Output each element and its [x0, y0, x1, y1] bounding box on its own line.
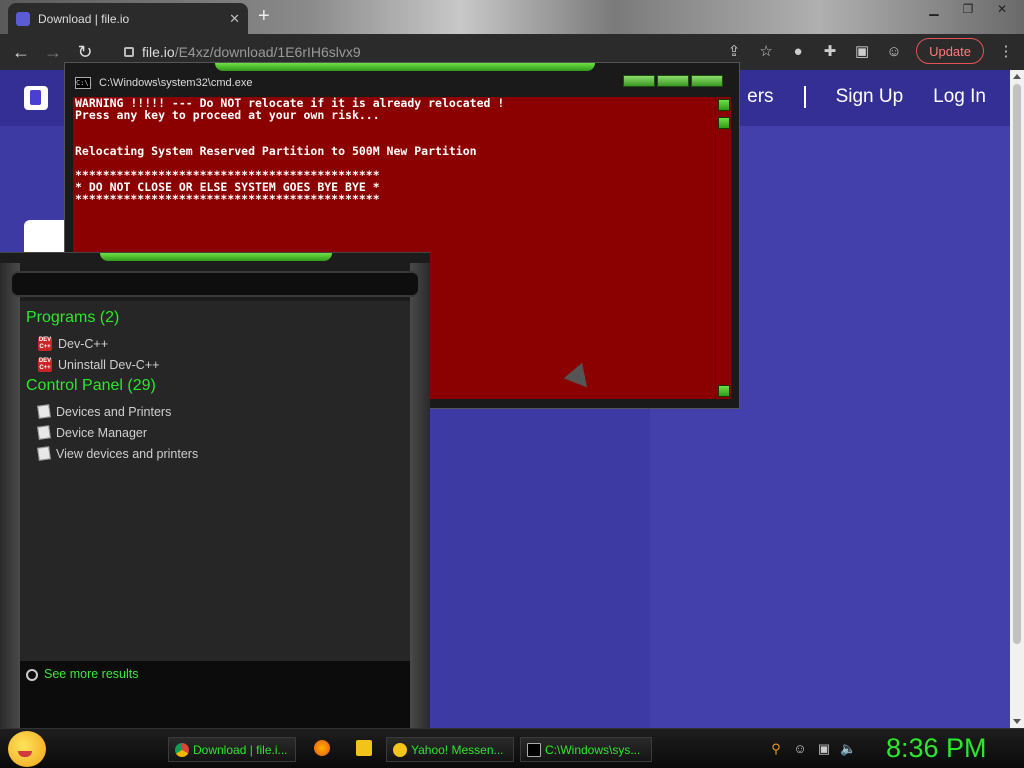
scroll-thumb[interactable]: [1013, 84, 1021, 644]
search-results: Programs (2) DEV C++ Dev-C++ DEV C++ Uni…: [20, 301, 410, 661]
result-label: View devices and printers: [56, 446, 199, 461]
search-icon: [26, 669, 38, 681]
result-dev-cpp[interactable]: DEV C++ Dev-C++: [26, 333, 404, 354]
browser-tab[interactable]: Download | file.io ✕: [8, 3, 248, 34]
control-panel-icon: [37, 425, 51, 440]
cmd-title: C:\Windows\system32\cmd.exe: [99, 77, 253, 89]
cmd-titlebar[interactable]: C:\. C:\Windows\system32\cmd.exe: [75, 77, 252, 89]
start-menu-glow: [100, 253, 332, 261]
system-tray: ⚲ ☺ ▣ 🔈: [768, 741, 856, 757]
volume-icon[interactable]: 🔈: [840, 741, 856, 757]
taskbar-button-label: Yahoo! Messen...: [411, 742, 504, 757]
result-devices-and-printers[interactable]: Devices and Printers: [26, 401, 404, 422]
yahoo-messenger-icon: [393, 742, 407, 757]
start-orb-icon[interactable]: [8, 731, 46, 767]
group-heading-control-panel[interactable]: Control Panel (29): [26, 377, 404, 395]
bookmark-star-icon[interactable]: ☆: [756, 41, 776, 61]
result-label: Dev-C++: [58, 336, 109, 351]
log-in-link[interactable]: Log In: [933, 86, 986, 108]
cmd-minimize-button[interactable]: [623, 75, 655, 87]
result-label: Uninstall Dev-C++: [58, 357, 160, 372]
close-window-icon[interactable]: ✕: [986, 0, 1018, 18]
search-tray-icon[interactable]: ⚲: [768, 741, 784, 757]
taskbar-button-label: Download | file.i...: [193, 742, 288, 757]
control-panel-icon: [37, 404, 51, 419]
result-label: Device Manager: [56, 425, 148, 440]
url-host: file.io: [142, 44, 175, 60]
control-panel-icon: [37, 446, 51, 461]
sign-up-link[interactable]: Sign Up: [836, 86, 904, 108]
cmd-window-controls: [623, 75, 723, 87]
start-menu: Programs (2) DEV C++ Dev-C++ DEV C++ Uni…: [0, 252, 430, 729]
cmd-close-button[interactable]: [691, 75, 723, 87]
lock-icon: [124, 47, 134, 57]
nav-link-partial[interactable]: ers: [747, 86, 773, 108]
start-menu-right-frame: [410, 263, 430, 729]
folder-icon[interactable]: [356, 740, 372, 756]
site-nav: ers Sign Up Log In: [747, 86, 986, 108]
browser-tab-strip: Download | file.io ✕ + ▁ ❐ ✕: [0, 0, 1024, 34]
dev-cpp-icon: DEV C++: [38, 336, 52, 351]
taskbar: Download | file.i... Yahoo! Messen... C:…: [0, 728, 1024, 768]
taskbar-button-label: C:\Windows\sys...: [545, 742, 641, 757]
result-uninstall-dev-cpp[interactable]: DEV C++ Uninstall Dev-C++: [26, 354, 404, 375]
tab-title: Download | file.io: [38, 11, 130, 26]
window-controls: ▁ ❐ ✕: [918, 0, 1018, 18]
network-icon[interactable]: ▣: [816, 741, 832, 757]
toolbar-actions: ⇪ ☆ ● ✚ ▣ ☺ Update ⋮: [724, 38, 1016, 64]
see-more-label: See more results: [44, 667, 139, 681]
taskbar-button-yahoo-messenger[interactable]: Yahoo! Messen...: [386, 737, 514, 762]
back-arrow-icon[interactable]: ←: [8, 39, 34, 65]
new-tab-button[interactable]: +: [258, 6, 270, 26]
cmd-scroll-up-icon[interactable]: [718, 99, 730, 111]
chrome-icon: [175, 742, 189, 757]
share-icon[interactable]: ⇪: [724, 41, 744, 61]
taskbar-button-cmd[interactable]: C:\Windows\sys...: [520, 737, 652, 762]
taskbar-button-chrome[interactable]: Download | file.i...: [168, 737, 296, 762]
scroll-down-icon[interactable]: [1013, 719, 1021, 724]
page-scrollbar[interactable]: [1010, 70, 1024, 728]
file-io-logo-icon[interactable]: [24, 86, 48, 110]
restore-icon[interactable]: ❐: [952, 0, 984, 18]
window-glow: [215, 63, 595, 71]
nav-divider: [803, 86, 806, 108]
cmd-maximize-button[interactable]: [657, 75, 689, 87]
close-tab-icon[interactable]: ✕: [229, 11, 240, 27]
profile-flag-icon[interactable]: ●: [788, 41, 808, 61]
cmd-taskbar-icon: [527, 742, 541, 757]
dev-cpp-icon: DEV C++: [38, 357, 52, 372]
forward-arrow-icon[interactable]: →: [40, 39, 66, 65]
side-panel-icon[interactable]: ▣: [852, 41, 872, 61]
start-menu-left-frame: [0, 263, 20, 729]
extensions-puzzle-icon[interactable]: ✚: [820, 41, 840, 61]
update-button[interactable]: Update: [916, 38, 984, 64]
result-device-manager[interactable]: Device Manager: [26, 422, 404, 443]
file-io-favicon-icon: [16, 11, 30, 26]
menu-kebab-icon[interactable]: ⋮: [996, 41, 1016, 61]
cmd-scroll-down-icon[interactable]: [718, 385, 730, 397]
cmd-icon: C:\.: [75, 77, 93, 89]
group-heading-programs[interactable]: Programs (2): [26, 309, 404, 327]
result-view-devices-and-printers[interactable]: View devices and printers: [26, 443, 404, 464]
url-text: file.io/E4xz/download/1E6rIH6slvx9: [142, 44, 361, 60]
emoticon-tray-icon[interactable]: ☺: [792, 741, 808, 757]
account-avatar-icon[interactable]: ☺: [884, 41, 904, 61]
clock[interactable]: 8:36 PM: [886, 733, 987, 764]
minimize-icon[interactable]: ▁: [918, 0, 950, 18]
url-path: /E4xz/download/1E6rIH6slvx9: [174, 44, 361, 60]
scroll-up-icon[interactable]: [1013, 74, 1021, 79]
cmd-scroll-thumb[interactable]: [718, 117, 730, 129]
see-more-results-link[interactable]: See more results: [20, 661, 410, 729]
result-label: Devices and Printers: [56, 404, 172, 419]
cmd-scrollbar[interactable]: [715, 97, 731, 399]
start-search-input[interactable]: [10, 271, 420, 297]
firefox-icon[interactable]: [314, 740, 330, 756]
